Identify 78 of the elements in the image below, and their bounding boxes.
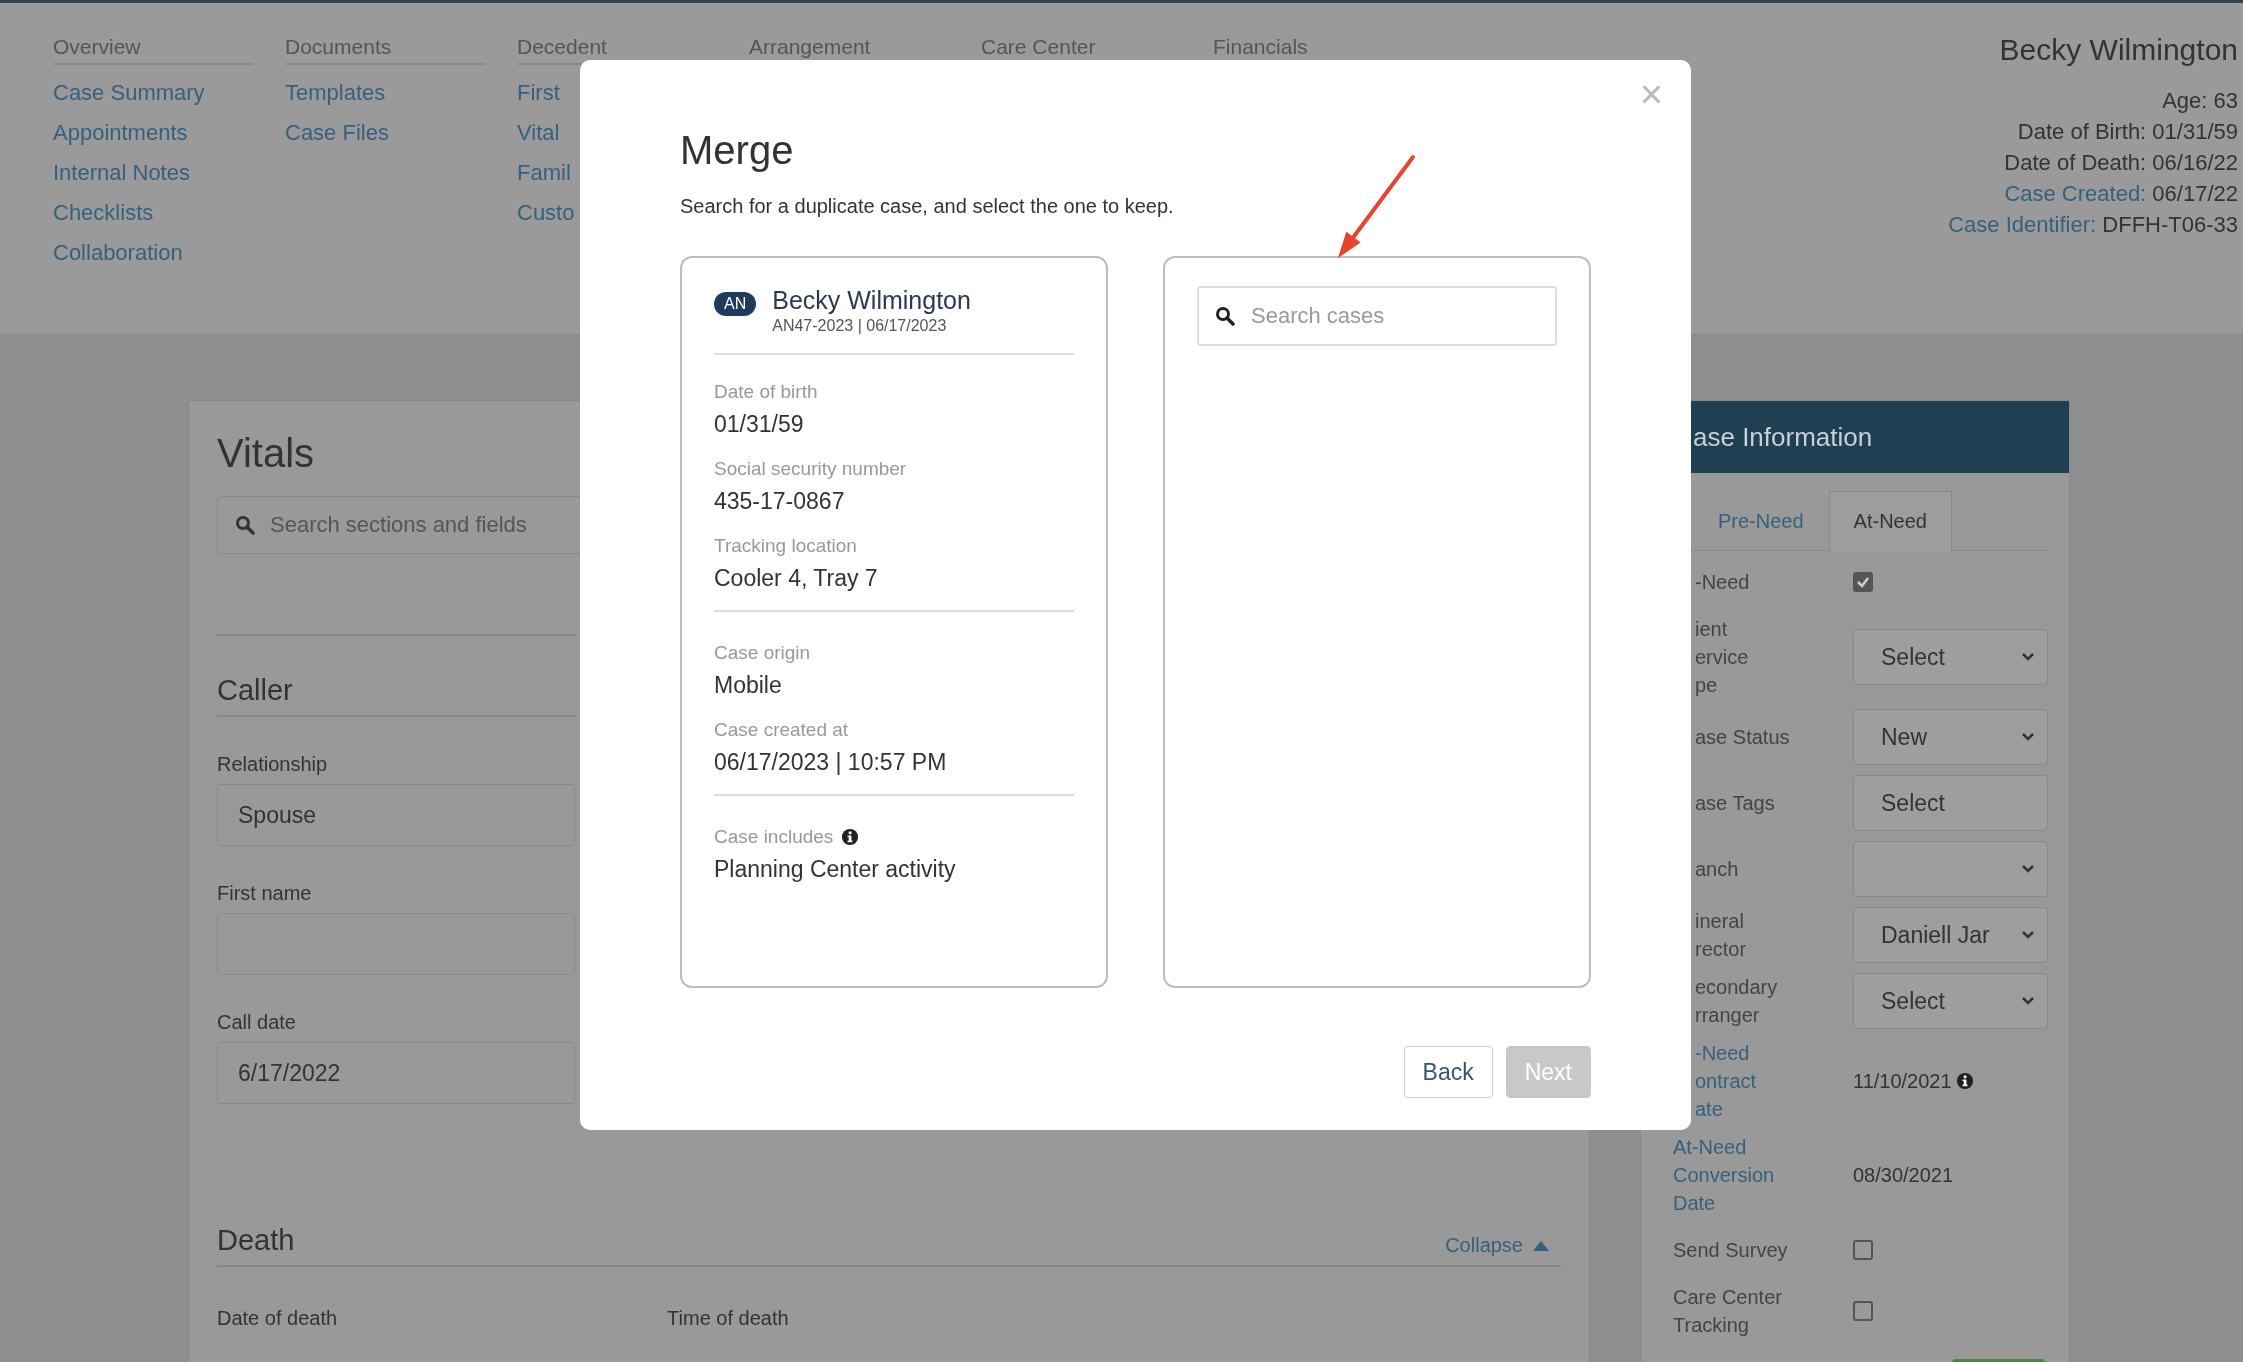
field-value: 06/17/2023 | 10:57 PM bbox=[714, 749, 947, 776]
info-icon bbox=[1955, 1072, 1974, 1090]
field-label: ase Status bbox=[1694, 725, 1791, 750]
field-label: Relationship bbox=[217, 753, 328, 776]
field-label: econdary rranger bbox=[1694, 975, 1779, 1028]
field-label[interactable]: At-Need Conversion Date bbox=[1673, 1133, 1853, 1217]
field-label: Date of birth bbox=[714, 381, 818, 403]
search-icon bbox=[235, 515, 255, 535]
input-field[interactable]: 6/17/2022 bbox=[217, 1042, 575, 1104]
field-value: Cooler 4, Tray 7 bbox=[714, 565, 878, 592]
field-label: ineral rector bbox=[1694, 909, 1748, 962]
select-field[interactable]: Select bbox=[1853, 973, 2048, 1029]
chevron-down-icon bbox=[2021, 930, 2035, 940]
field-value: Mobile bbox=[714, 672, 782, 699]
patient-detail: Age: 63 bbox=[2162, 87, 2238, 115]
select-field[interactable]: Daniell Jar bbox=[1853, 907, 2048, 963]
patient-name: Becky Wilmington bbox=[1999, 33, 2238, 67]
case-name: Becky Wilmington bbox=[772, 286, 971, 315]
checkbox[interactable] bbox=[1853, 1301, 1873, 1321]
panel-title: Vitals bbox=[217, 431, 315, 476]
tag-select-field[interactable]: Select bbox=[1853, 775, 2048, 831]
nav-link[interactable]: Case Summary bbox=[53, 73, 285, 113]
info-icon bbox=[841, 828, 860, 846]
patient-detail: Date of Death: 06/16/22 bbox=[2004, 149, 2238, 177]
tab[interactable]: Pre-Need bbox=[1693, 491, 1829, 551]
nav-link[interactable]: Appointments bbox=[53, 113, 285, 153]
checkbox[interactable] bbox=[1853, 1240, 1873, 1260]
field-label: ase Tags bbox=[1694, 791, 1776, 816]
close-button[interactable]: × bbox=[1633, 74, 1669, 114]
date-value: 08/30/2021 bbox=[1853, 1163, 1954, 1187]
field-label: Send Survey bbox=[1673, 1238, 1789, 1263]
field-value: Planning Center activity bbox=[714, 856, 956, 883]
field-label: Case created at bbox=[714, 719, 849, 741]
field-label: ient ervice pe bbox=[1694, 617, 1750, 698]
patient-detail: Date of Birth: 01/31/59 bbox=[2017, 118, 2238, 146]
chevron-down-icon bbox=[2021, 652, 2035, 662]
nav-link[interactable]: Checklists bbox=[53, 193, 285, 233]
nav-link[interactable]: Collaboration bbox=[53, 233, 285, 273]
nav-heading: Documents bbox=[285, 35, 485, 65]
nav-link[interactable]: Internal Notes bbox=[53, 153, 285, 193]
select-field[interactable]: Select bbox=[1853, 629, 2048, 685]
field-label: Date of death bbox=[217, 1307, 338, 1330]
dialog-subtitle: Search for a duplicate case, and select the one to keep. bbox=[680, 195, 1175, 218]
select-field[interactable] bbox=[1853, 841, 2048, 897]
nav-link[interactable]: Case Files bbox=[285, 113, 517, 153]
field-label: Social security number bbox=[714, 458, 907, 480]
patient-detail: Case Identifier: DFFH-T06-33 bbox=[1948, 211, 2238, 239]
date-value: 11/10/2021 bbox=[1853, 1069, 1952, 1093]
field-label: -Need bbox=[1694, 570, 1751, 595]
nav-link[interactable]: Templates bbox=[285, 73, 517, 113]
caret-up-icon bbox=[1533, 1240, 1549, 1251]
input-field[interactable]: Spouse bbox=[217, 784, 575, 846]
field-label: Time of death bbox=[667, 1307, 789, 1330]
checkbox[interactable] bbox=[1853, 572, 1873, 592]
tab[interactable]: At-Need bbox=[1828, 491, 1952, 551]
section-heading: Caller bbox=[217, 674, 577, 717]
field-value: 01/31/59 bbox=[714, 411, 804, 438]
patient-detail: Case Created: 06/17/22 bbox=[2004, 180, 2238, 208]
field-label: Case origin bbox=[714, 642, 811, 664]
dialog-title: Merge bbox=[680, 128, 795, 173]
chevron-down-icon bbox=[2021, 996, 2035, 1006]
detail-link[interactable]: Case Created: bbox=[2004, 181, 2147, 206]
field-label: First name bbox=[217, 882, 312, 905]
section-heading: Death bbox=[217, 1224, 295, 1257]
nav-heading: Overview bbox=[53, 35, 253, 65]
detail-link[interactable]: Case Identifier: bbox=[1948, 212, 2097, 237]
select-field[interactable]: New bbox=[1853, 709, 2048, 765]
chevron-down-icon bbox=[2021, 864, 2035, 874]
field-label: anch bbox=[1694, 857, 1740, 882]
chevron-down-icon bbox=[2021, 732, 2035, 742]
search-icon bbox=[1215, 306, 1235, 326]
case-meta: AN47-2023 | 06/17/2023 bbox=[772, 317, 948, 335]
field-label: Call date bbox=[217, 1011, 296, 1034]
case-badge: AN bbox=[714, 292, 757, 316]
field-label: Case includes bbox=[714, 826, 834, 848]
field-label: Care Center Tracking bbox=[1673, 1285, 1783, 1338]
dialog-button[interactable]: Back bbox=[1403, 1046, 1493, 1098]
collapse-link[interactable]: Collapse bbox=[1445, 1234, 1549, 1257]
